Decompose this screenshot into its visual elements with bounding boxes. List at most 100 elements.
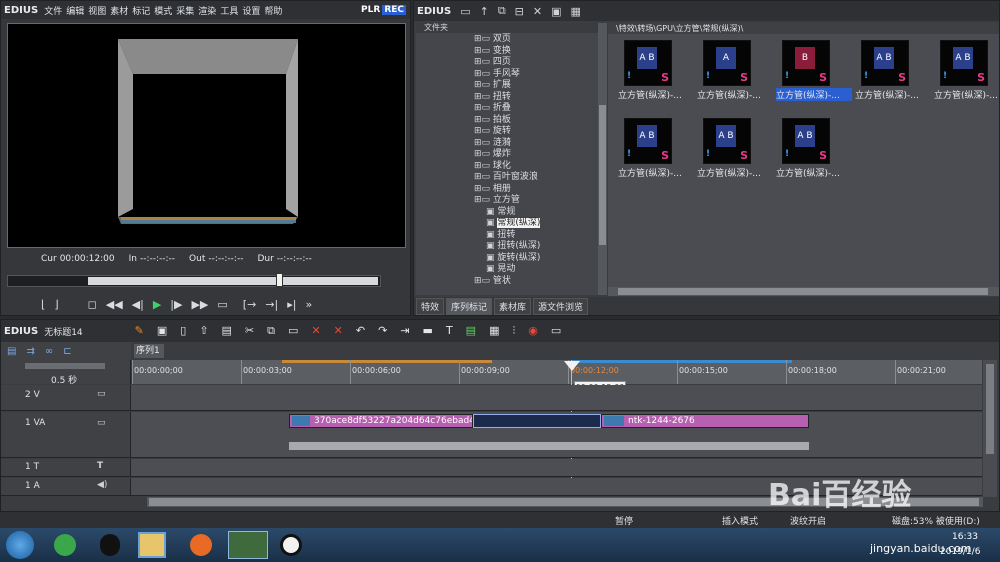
record-icon[interactable]: ◉ bbox=[528, 324, 538, 338]
tree-item[interactable]: ⊞▭ 四页 bbox=[474, 56, 511, 68]
qq-icon[interactable] bbox=[100, 534, 120, 556]
tree-item[interactable]: ⊞▭ 手风琴 bbox=[474, 68, 520, 80]
menu-item[interactable]: 文件 bbox=[44, 4, 62, 17]
paste-icon[interactable]: ▭ bbox=[288, 324, 298, 338]
tree-item[interactable]: ▣ 常规(纵深) bbox=[486, 217, 541, 229]
step-forward-icon[interactable]: |▶ bbox=[170, 298, 182, 311]
recorder-icon[interactable] bbox=[280, 534, 302, 556]
thumb-hscroll[interactable] bbox=[608, 287, 999, 296]
menu-item[interactable]: 工具 bbox=[220, 4, 238, 17]
bin-tab[interactable]: 特效 bbox=[416, 297, 445, 315]
overwrite-icon[interactable]: →| bbox=[265, 298, 278, 311]
step-back-icon[interactable]: ◀| bbox=[132, 298, 144, 311]
save-icon[interactable]: ▤ bbox=[222, 324, 232, 338]
start-button[interactable] bbox=[6, 531, 34, 559]
properties-icon[interactable]: ▣ bbox=[551, 5, 561, 18]
tree-item[interactable]: ⊞▭ 折叠 bbox=[474, 102, 511, 114]
tree-item[interactable]: ⊞▭ 变换 bbox=[474, 45, 511, 57]
mark-icon[interactable]: ▬ bbox=[423, 324, 433, 338]
loop-icon[interactable]: ▭ bbox=[217, 298, 227, 311]
menu-item[interactable]: 视图 bbox=[88, 4, 106, 17]
tree-item[interactable]: ▣ 旋转(纵深) bbox=[486, 252, 540, 264]
set-in-icon[interactable]: ⌊ bbox=[41, 298, 45, 311]
track-icon-b[interactable]: ⇉ bbox=[26, 346, 34, 357]
tree-item[interactable]: ⊞▭ 爆炸 bbox=[474, 148, 511, 160]
transition-thumbnail[interactable]: A B! S bbox=[624, 118, 672, 164]
undo-icon[interactable]: ↶ bbox=[356, 324, 365, 338]
menu-item[interactable]: 模式 bbox=[154, 4, 172, 17]
tree-item[interactable]: ▣ 常规 bbox=[486, 206, 515, 218]
tree-item[interactable]: ⊞▭ 百叶窗波浪 bbox=[474, 171, 538, 183]
tree-item[interactable]: ⊞▭ 管状 bbox=[474, 275, 511, 287]
explorer-icon[interactable] bbox=[138, 532, 166, 558]
firefox-icon[interactable] bbox=[190, 534, 212, 556]
delete-icon[interactable]: ✕ bbox=[533, 5, 542, 18]
grid-icon[interactable]: ▦ bbox=[489, 324, 499, 338]
ripple-delete-icon[interactable]: ✕ bbox=[334, 324, 343, 338]
layout-icon[interactable]: ▭ bbox=[551, 324, 561, 338]
track-icon-a[interactable]: ▤ bbox=[7, 346, 16, 357]
play-icon[interactable]: ▶ bbox=[153, 298, 161, 311]
tree-item[interactable]: ⊞▭ 涟漪 bbox=[474, 137, 511, 149]
up-icon[interactable]: ↑ bbox=[480, 5, 489, 18]
bin-tab[interactable]: 源文件浏览 bbox=[533, 297, 589, 315]
tree-item[interactable]: ▣ 晃动 bbox=[486, 263, 515, 275]
track-2v-lock-icon[interactable]: ▭ bbox=[97, 389, 106, 399]
insert-icon[interactable]: [→ bbox=[243, 298, 257, 311]
delete-clip-icon[interactable]: ✕ bbox=[311, 324, 320, 338]
clip-2[interactable]: ntk-1244-2676 bbox=[601, 414, 809, 428]
folder-icon[interactable]: ▭ bbox=[460, 5, 470, 18]
tree-item[interactable]: ▣ 扭转 bbox=[486, 229, 515, 241]
transition-thumbnail[interactable]: A! S bbox=[703, 40, 751, 86]
open-icon[interactable]: ⇧ bbox=[199, 324, 208, 338]
sync-icon[interactable]: ⊏ bbox=[63, 346, 71, 357]
scrubber-handle[interactable] bbox=[276, 273, 283, 287]
redo-icon[interactable]: ↷ bbox=[378, 324, 387, 338]
tree-item[interactable]: ⊞▭ 旋转 bbox=[474, 125, 511, 137]
tree-item[interactable]: ▣ 扭转(纵深) bbox=[486, 240, 540, 252]
rewind-icon[interactable]: ◀◀ bbox=[106, 298, 123, 311]
title-track-icon[interactable]: T bbox=[97, 461, 103, 471]
speaker-icon[interactable]: ◀) bbox=[97, 480, 107, 490]
scissors-icon[interactable]: ✂ bbox=[245, 324, 254, 338]
snap-icon[interactable]: ⇥ bbox=[400, 324, 409, 338]
tree-item[interactable]: ⊞▭ 拍板 bbox=[474, 114, 511, 126]
transition-thumbnail[interactable]: A B! S bbox=[624, 40, 672, 86]
audio-waveform-bar[interactable] bbox=[289, 442, 809, 450]
menu-item[interactable]: 素材 bbox=[110, 4, 128, 17]
menu-item[interactable]: 标记 bbox=[132, 4, 150, 17]
clip-1[interactable]: 370ace8df53227a204d64c76ebad46... bbox=[289, 414, 473, 428]
audio-mixer-icon[interactable]: ⫶ bbox=[512, 324, 515, 338]
trim-icon[interactable]: ▸| bbox=[287, 298, 296, 311]
edius-task-icon[interactable] bbox=[228, 531, 268, 559]
transition-clip[interactable] bbox=[473, 414, 601, 428]
tree-item[interactable]: ⊞▭ 立方管 bbox=[474, 194, 520, 206]
playhead-handle[interactable] bbox=[564, 361, 580, 371]
tree-item[interactable]: ⊞▭ 双页 bbox=[474, 33, 511, 45]
menu-item[interactable]: 设置 bbox=[242, 4, 260, 17]
menu-item[interactable]: 编辑 bbox=[66, 4, 84, 17]
ie-icon[interactable] bbox=[54, 534, 76, 556]
more-icon[interactable]: » bbox=[305, 298, 312, 311]
transition-thumbnail[interactable]: A B! S bbox=[861, 40, 909, 86]
tree-scrollbar[interactable] bbox=[598, 23, 607, 295]
tree-item[interactable]: ⊞▭ 扭转 bbox=[474, 91, 511, 103]
cut-icon[interactable]: ⊟ bbox=[515, 5, 524, 18]
bin-tab[interactable]: 序列标记 bbox=[446, 297, 493, 315]
tree-item[interactable]: ⊞▭ 球化 bbox=[474, 160, 511, 172]
copy-icon[interactable]: ⧉ bbox=[498, 4, 506, 18]
transition-thumbnail[interactable]: A B! S bbox=[703, 118, 751, 164]
menu-item[interactable]: 采集 bbox=[176, 4, 194, 17]
link-icon[interactable]: ∞ bbox=[45, 346, 53, 357]
set-out-icon[interactable]: ⌋ bbox=[54, 298, 58, 311]
plr-button[interactable]: PLR bbox=[359, 5, 382, 15]
menu-item[interactable]: 渲染 bbox=[198, 4, 216, 17]
effect-icon[interactable]: ✎ bbox=[135, 324, 144, 338]
title-icon[interactable]: T bbox=[446, 324, 453, 338]
new-icon[interactable]: ▯ bbox=[180, 324, 186, 338]
bin-tab[interactable]: 素材库 bbox=[494, 297, 532, 315]
copy-clip-icon[interactable]: ⧉ bbox=[267, 324, 275, 338]
camera-icon[interactable]: ▣ bbox=[157, 324, 167, 338]
menu-item[interactable]: 帮助 bbox=[264, 4, 282, 17]
transition-thumbnail[interactable]: B! S bbox=[782, 40, 830, 86]
